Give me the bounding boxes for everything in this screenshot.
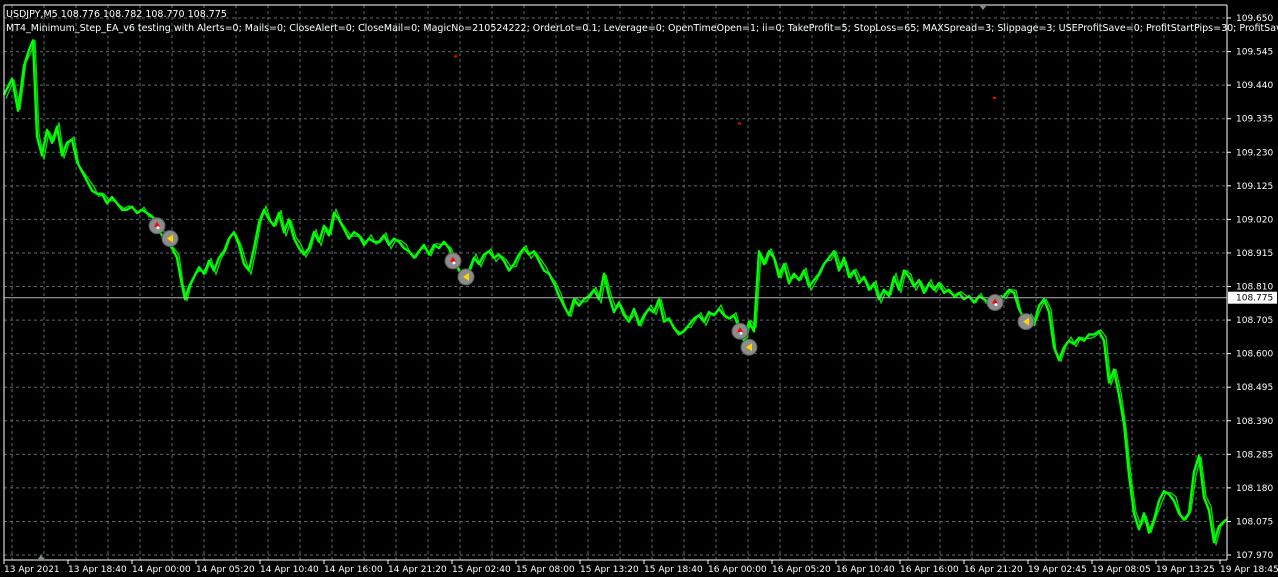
y-tick-label: 108.810 [1236, 283, 1273, 293]
x-tick-label: 19 Apr 13:25 [1156, 565, 1215, 575]
axes: 109.650109.545109.440109.335109.230109.1… [3, 4, 1278, 575]
chart-window[interactable]: 109.650 109.545 109.440 109.335 109.230 109.1… [0, 0, 1278, 577]
x-tick-label: 15 Apr 02:40 [452, 565, 511, 575]
y-tick-label: 108.495 [1236, 383, 1273, 393]
x-tick-label: 19 Apr 02:45 [1028, 565, 1087, 575]
price-line [2, 39, 1227, 544]
y-tick-label: 108.600 [1236, 350, 1273, 360]
grid [4, 5, 1227, 560]
bid-price-label: 108.775 [1236, 294, 1273, 304]
buy-dot [994, 302, 998, 306]
x-tick-label: 16 Apr 10:40 [836, 565, 895, 575]
x-tick-label: 13 Apr 2021 [4, 565, 60, 575]
x-tick-label: 14 Apr 16:00 [324, 565, 383, 575]
x-tick-label: 13 Apr 18:40 [68, 565, 127, 575]
x-tick-label: 19 Apr 18:45 [1220, 565, 1278, 575]
x-tick-label: 14 Apr 10:40 [260, 565, 319, 575]
symbol-info: USDJPY,M5 108.776 108.782 108.770 108.77… [6, 9, 227, 20]
y-tick-label: 109.020 [1236, 215, 1273, 225]
y-tick-label: 108.915 [1236, 249, 1273, 259]
order-level-mark [738, 122, 741, 125]
x-tick-label: 15 Apr 13:20 [580, 565, 639, 575]
x-tick-label: 14 Apr 05:20 [196, 565, 255, 575]
y-tick-label: 109.440 [1236, 81, 1273, 91]
ea-parameters: MT4_Minimum_Step_EA_v6 testing with Aler… [6, 23, 1278, 34]
y-tick-label: 109.125 [1236, 182, 1273, 192]
y-tick-label: 108.705 [1236, 316, 1273, 326]
y-tick-label: 109.230 [1236, 148, 1273, 158]
order-level-mark [993, 96, 996, 99]
x-tick-label: 14 Apr 00:00 [132, 565, 191, 575]
x-tick-label: 14 Apr 21:20 [388, 565, 447, 575]
y-tick-label: 108.075 [1236, 517, 1273, 527]
x-tick-label: 16 Apr 21:20 [964, 565, 1023, 575]
y-tick-label: 108.180 [1236, 484, 1273, 494]
x-tick-label: 19 Apr 08:05 [1092, 565, 1151, 575]
buy-dot [156, 226, 160, 230]
y-tick-label: 109.545 [1236, 48, 1273, 58]
buy-dot [739, 331, 743, 335]
order-level-mark [454, 55, 457, 58]
price-series [2, 39, 1229, 546]
price-chart[interactable]: 109.650109.545109.440109.335109.230109.1… [0, 0, 1278, 577]
x-tick-label: 16 Apr 16:00 [900, 565, 959, 575]
x-tick-label: 16 Apr 05:20 [772, 565, 831, 575]
y-tick-label: 109.335 [1236, 115, 1273, 125]
x-tick-label: 15 Apr 18:40 [644, 565, 703, 575]
price-line-detail [5, 39, 1229, 546]
x-tick-label: 15 Apr 08:00 [516, 565, 575, 575]
x-tick-label: 16 Apr 00:00 [708, 565, 767, 575]
buy-dot [452, 261, 456, 265]
trade-markers [148, 55, 1035, 356]
y-tick-label: 108.285 [1236, 450, 1273, 460]
y-tick-label: 108.390 [1236, 417, 1273, 427]
y-tick-label: 107.970 [1236, 551, 1273, 561]
chart-shift-marker [979, 5, 987, 10]
